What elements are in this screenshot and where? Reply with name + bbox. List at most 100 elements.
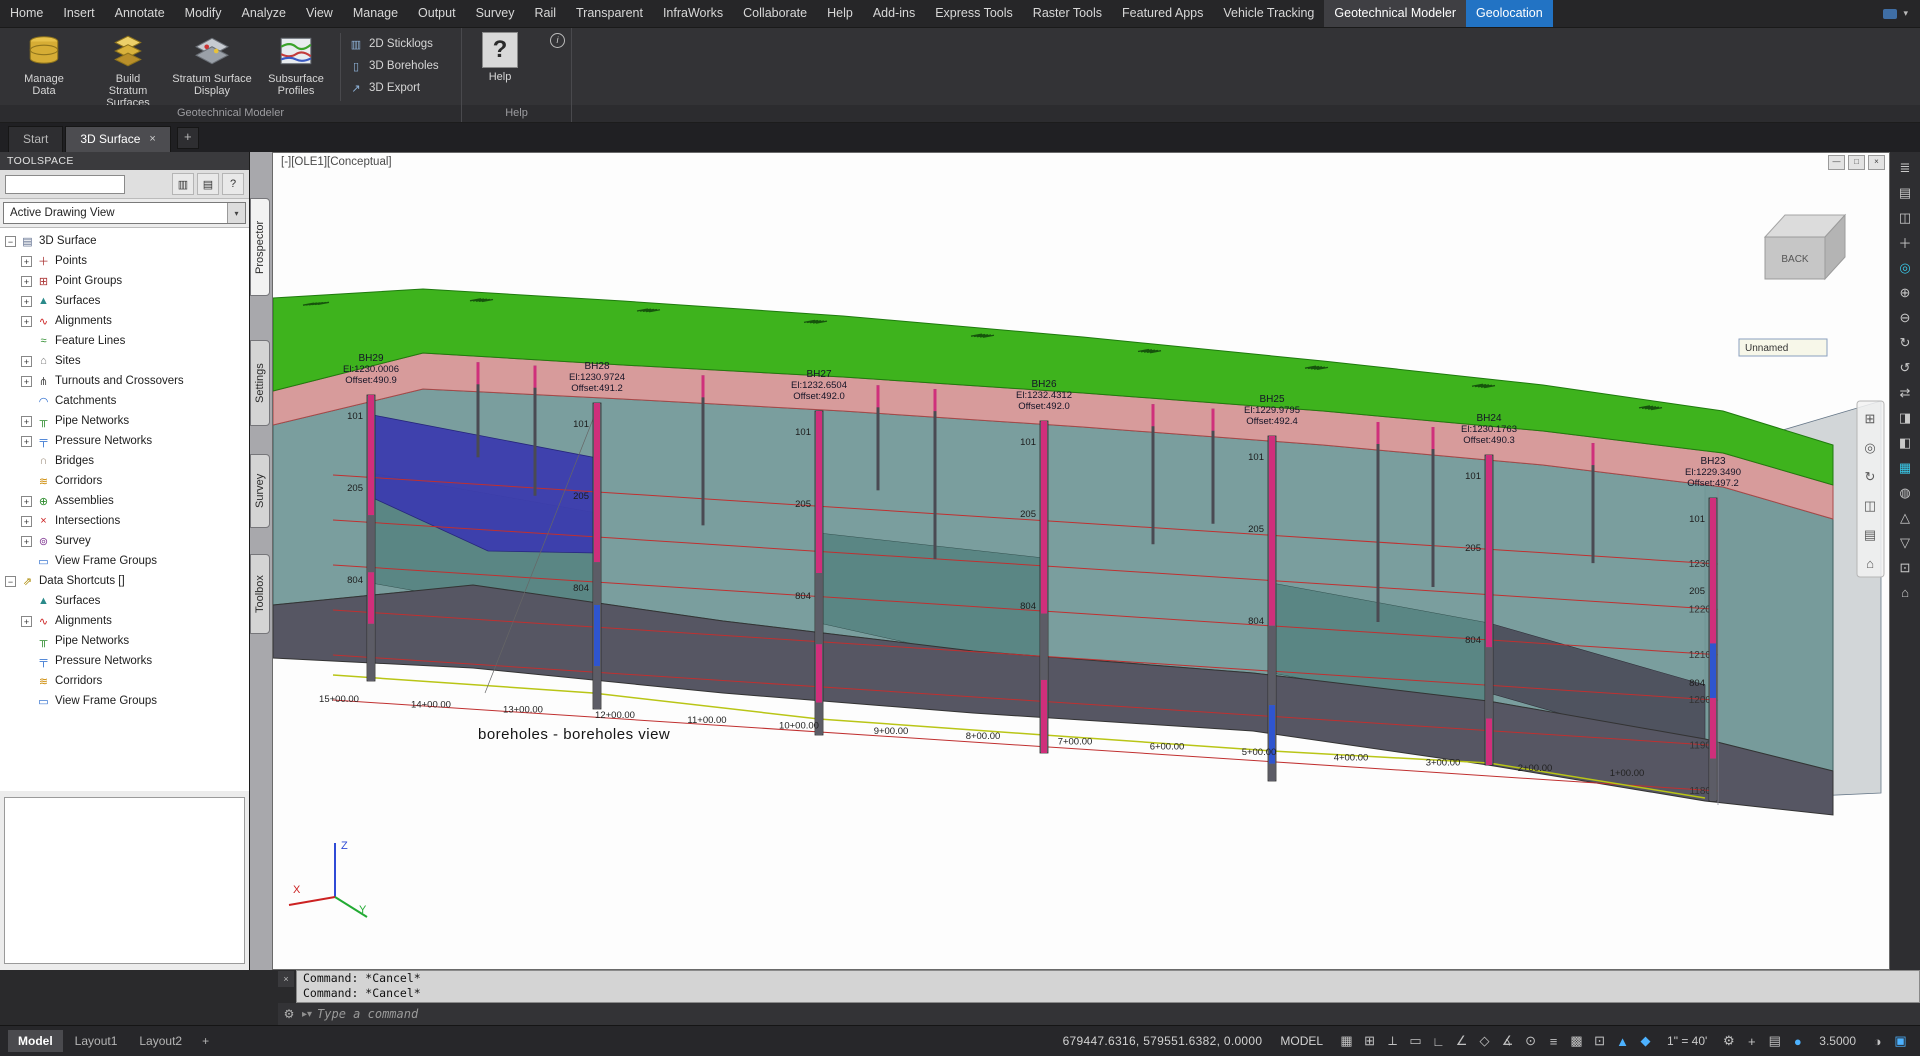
customize-icon[interactable]: ⚙ xyxy=(278,1007,300,1021)
expand-toggle-icon[interactable]: + xyxy=(21,496,32,507)
orbit-icon[interactable]: ◎ xyxy=(1893,256,1917,279)
viewport-controls-label[interactable]: [-][OLE1][Conceptual] xyxy=(281,156,392,168)
ribbon-tab[interactable]: Transparent xyxy=(566,0,653,27)
expand-toggle-icon[interactable]: − xyxy=(5,576,16,587)
side-tab-prospector[interactable]: Prospector xyxy=(250,198,270,296)
manage-data-button[interactable]: Manage Data xyxy=(2,29,86,105)
stratum-surface-display-button[interactable]: Stratum Surface Display xyxy=(170,29,254,105)
snap-icon[interactable]: ⊞ xyxy=(1358,1030,1381,1052)
viewport-navbar[interactable]: ⊞◎↻◫▤⌂ xyxy=(1857,401,1884,577)
build-stratum-surfaces-button[interactable]: Build Stratum Surfaces xyxy=(86,29,170,105)
isolate-objects-icon[interactable]: ◑ xyxy=(1866,1030,1889,1052)
tree-item[interactable]: ∩ Bridges xyxy=(0,451,249,471)
close-icon[interactable]: × xyxy=(149,127,155,152)
side-tab-settings[interactable]: Settings xyxy=(250,340,270,426)
chevron-down-icon[interactable]: ▾ xyxy=(227,203,245,223)
ribbon-options[interactable]: ▾ xyxy=(1871,0,1920,27)
tree-item[interactable]: ▭ View Frame Groups xyxy=(0,691,249,711)
home-view-icon[interactable]: ⌂ xyxy=(1893,581,1917,604)
nav-tool-icon[interactable]: ◫ xyxy=(1864,498,1876,513)
export-button[interactable]: ↗ 3D Export xyxy=(345,79,443,97)
osnap-tracking-icon[interactable]: ∡ xyxy=(1496,1030,1519,1052)
tab-start[interactable]: Start xyxy=(8,126,63,152)
tree-item[interactable]: + ⊚ Survey xyxy=(0,531,249,551)
grid-display-icon[interactable]: ▦ xyxy=(1893,456,1917,479)
nav-tool-icon[interactable]: ⌂ xyxy=(1866,556,1874,571)
units-icon[interactable]: ▤ xyxy=(1763,1030,1786,1052)
infer-constraints-icon[interactable]: ⟂ xyxy=(1381,1030,1404,1052)
viewcube-face-label[interactable]: BACK xyxy=(1781,254,1809,265)
chevron-down-icon[interactable]: ▾ xyxy=(1903,8,1908,19)
tree-item[interactable]: ╤ Pressure Networks xyxy=(0,651,249,671)
tree-item[interactable]: ≋ Corridors xyxy=(0,471,249,491)
ribbon-tab[interactable]: InfraWorks xyxy=(653,0,733,27)
model-space-button[interactable]: MODEL xyxy=(1280,1034,1323,1048)
selection-cycling-icon[interactable]: ⊡ xyxy=(1588,1030,1611,1052)
lineweight-icon[interactable]: ≡ xyxy=(1542,1030,1565,1052)
ribbon-tab[interactable]: Survey xyxy=(466,0,525,27)
expand-toggle-icon[interactable]: + xyxy=(21,316,32,327)
pan-icon[interactable]: ＋ xyxy=(1893,231,1917,254)
tree-item[interactable]: + ╤ Pressure Networks xyxy=(0,431,249,451)
properties-icon[interactable]: ▤ xyxy=(1893,181,1917,204)
tree-item[interactable]: − ⇗ Data Shortcuts [] xyxy=(0,571,249,591)
swap-view-icon[interactable]: ⇄ xyxy=(1893,381,1917,404)
ribbon-tab[interactable]: Rail xyxy=(524,0,566,27)
expand-toggle-icon[interactable]: + xyxy=(21,296,32,307)
ribbon-tab[interactable]: Geotechnical Modeler xyxy=(1324,0,1466,27)
rotate-ccw-icon[interactable]: ↺ xyxy=(1893,356,1917,379)
dynamic-input-icon[interactable]: ▭ xyxy=(1404,1030,1427,1052)
expand-toggle-icon[interactable]: + xyxy=(21,416,32,427)
ribbon-tab[interactable]: Raster Tools xyxy=(1023,0,1112,27)
expand-toggle-icon[interactable]: + xyxy=(21,616,32,627)
expand-toggle-icon[interactable]: + xyxy=(21,356,32,367)
box-icon[interactable]: ⊡ xyxy=(1893,556,1917,579)
annotation-scale-button[interactable]: 1" = 40' xyxy=(1667,1034,1707,1048)
info-icon[interactable]: i xyxy=(550,33,565,48)
nav-tool-icon[interactable]: ⊞ xyxy=(1865,411,1876,426)
expand-toggle-icon[interactable]: + xyxy=(21,536,32,547)
viewcube[interactable]: BACK xyxy=(1765,215,1845,279)
tree-item[interactable]: + ∿ Alignments xyxy=(0,311,249,331)
borehole-stick-minor[interactable] xyxy=(934,389,937,559)
up-icon[interactable]: △ xyxy=(1893,506,1917,529)
expand-toggle-icon[interactable]: + xyxy=(21,376,32,387)
ribbon-tab[interactable]: Geolocation xyxy=(1466,0,1553,27)
ribbon-tab[interactable]: Express Tools xyxy=(925,0,1023,27)
zoom-in-icon[interactable]: ⊕ xyxy=(1893,281,1917,304)
selection-filter-icon[interactable]: ▲ xyxy=(1611,1030,1634,1052)
expand-toggle-icon[interactable]: + xyxy=(21,516,32,527)
expand-toggle-icon[interactable]: + xyxy=(21,276,32,287)
section-icon[interactable]: ◨ xyxy=(1893,406,1917,429)
viewport-window-button[interactable]: — xyxy=(1828,155,1845,170)
subsurface-profiles-button[interactable]: Subsurface Profiles xyxy=(254,29,338,105)
drawing-viewport[interactable]: [-][OLE1][Conceptual] —□× 12301220121012… xyxy=(272,152,1890,970)
tree-item[interactable]: ◠ Catchments xyxy=(0,391,249,411)
ribbon-tab[interactable]: Featured Apps xyxy=(1112,0,1213,27)
clean-screen-icon[interactable]: ▣ xyxy=(1889,1030,1912,1052)
layout1-tab[interactable]: Layout1 xyxy=(65,1030,128,1052)
close-icon[interactable]: × xyxy=(278,971,294,987)
annotation-monitor-icon[interactable]: + xyxy=(1740,1030,1763,1052)
tree-item[interactable]: + ⊕ Assemblies xyxy=(0,491,249,511)
boreholes-button[interactable]: ▯ 3D Boreholes xyxy=(345,57,443,75)
zoom-out-icon[interactable]: ⊖ xyxy=(1893,306,1917,329)
tree-item[interactable]: + ⊞ Point Groups xyxy=(0,271,249,291)
nav-tool-icon[interactable]: ▤ xyxy=(1864,527,1876,542)
ribbon-tab[interactable]: View xyxy=(296,0,343,27)
tree-item[interactable]: + ▲ Surfaces xyxy=(0,291,249,311)
ribbon-tab[interactable]: Help xyxy=(817,0,863,27)
ribbon-tab[interactable]: Insert xyxy=(53,0,104,27)
tree-item[interactable]: + × Intersections xyxy=(0,511,249,531)
borehole-stick-minor[interactable] xyxy=(1377,422,1380,622)
tree-item[interactable]: − ▤ 3D Surface xyxy=(0,231,249,251)
expand-toggle-icon[interactable]: + xyxy=(21,436,32,447)
graphics-performance-value[interactable]: 3.5000 xyxy=(1819,1034,1856,1048)
ribbon-tab[interactable]: Manage xyxy=(343,0,408,27)
palettes-icon[interactable]: ◫ xyxy=(1893,206,1917,229)
toolbar-handle-icon[interactable]: ≣ xyxy=(1893,156,1917,179)
ribbon-tab[interactable]: Add-ins xyxy=(863,0,925,27)
tree-item[interactable]: + ＋ Points xyxy=(0,251,249,271)
tree-item[interactable]: + ⋔ Turnouts and Crossovers xyxy=(0,371,249,391)
borehole-stick-minor[interactable] xyxy=(1432,427,1435,587)
